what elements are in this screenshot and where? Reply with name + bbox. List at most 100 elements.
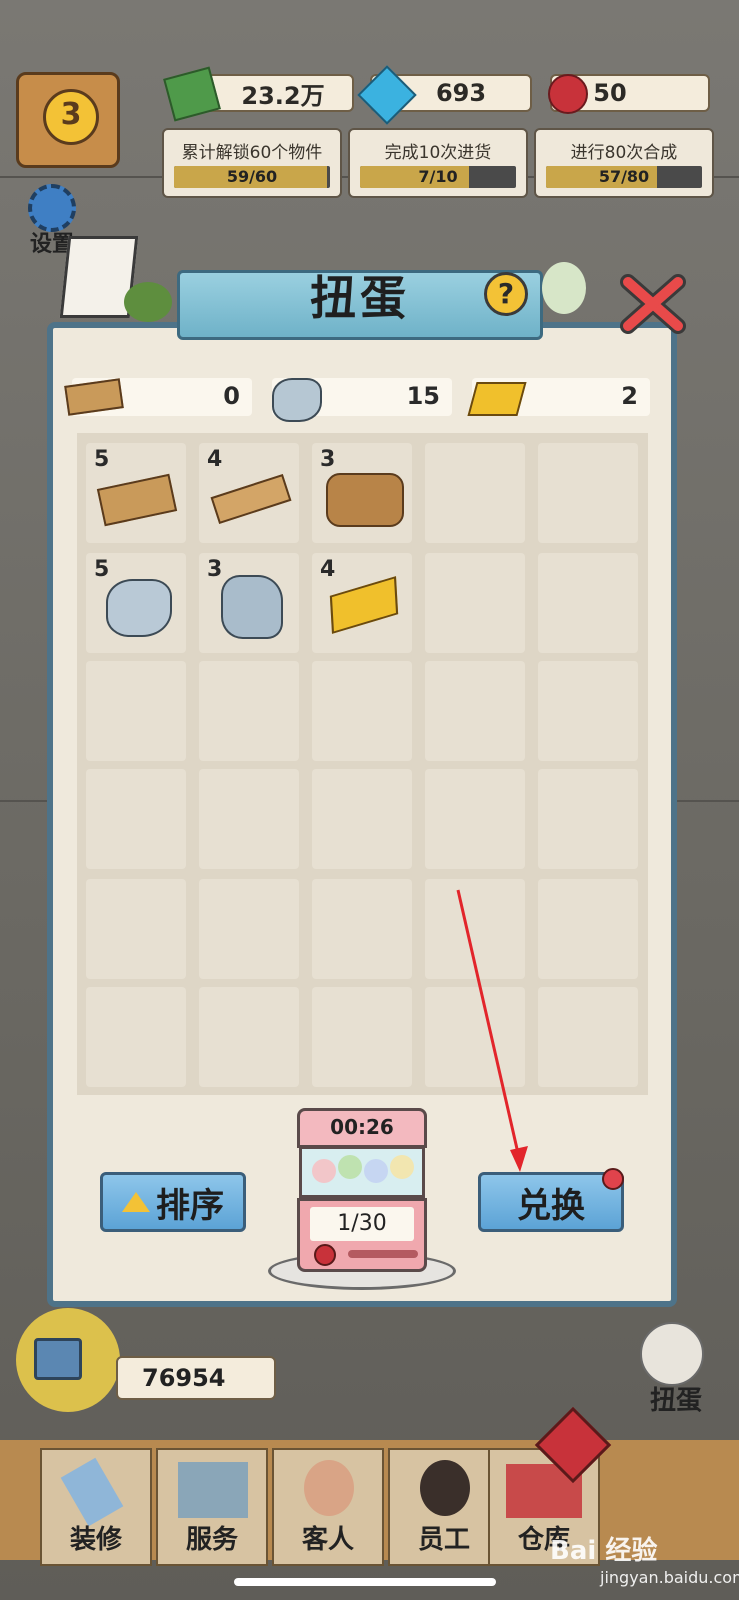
resource-value: 2 bbox=[621, 382, 638, 410]
inventory-slot-empty[interactable] bbox=[199, 879, 299, 979]
home-indicator[interactable] bbox=[234, 1578, 496, 1586]
inventory-slot-empty[interactable] bbox=[425, 443, 525, 543]
task-progress-bar: 57/80 bbox=[546, 166, 702, 188]
nav-service[interactable]: 服务 bbox=[156, 1448, 268, 1566]
gacha-shortcut-icon[interactable] bbox=[640, 1322, 704, 1386]
inventory-slot-empty[interactable] bbox=[312, 987, 412, 1087]
resource-wood: 0 bbox=[64, 378, 252, 416]
service-icon bbox=[178, 1462, 248, 1518]
wood-planks-icon bbox=[96, 473, 178, 527]
plant-icon bbox=[124, 282, 172, 322]
inventory-slot-empty[interactable] bbox=[199, 769, 299, 869]
video-camera-icon bbox=[34, 1338, 82, 1380]
sort-label: 排序 bbox=[156, 1185, 224, 1226]
nav-label: 装修 bbox=[69, 1525, 122, 1555]
logs-icon bbox=[326, 473, 404, 527]
help-button[interactable]: ? bbox=[484, 272, 528, 316]
exchange-label: 兑换 bbox=[517, 1185, 585, 1226]
nav-renovate[interactable]: 装修 bbox=[40, 1448, 152, 1566]
task-progress-bar: 59/60 bbox=[174, 166, 330, 188]
gold-bar-icon bbox=[467, 382, 527, 416]
watermark-url: jingyan.baidu.com bbox=[600, 1568, 739, 1587]
task-title: 进行80次合成 bbox=[570, 143, 678, 163]
machine-timer: 00:26 bbox=[297, 1108, 427, 1148]
inventory-slot-empty[interactable] bbox=[538, 443, 638, 543]
gacha-shortcut-label: 扭蛋 bbox=[650, 1386, 703, 1416]
gold-bar-icon bbox=[329, 576, 399, 634]
inventory-slot-empty[interactable] bbox=[312, 879, 412, 979]
rose-value: 50 bbox=[593, 79, 627, 107]
resource-gold: 2 bbox=[467, 378, 650, 416]
gear-icon bbox=[28, 184, 76, 232]
inventory-slot-empty[interactable] bbox=[425, 661, 525, 761]
item-count: 4 bbox=[320, 557, 336, 582]
video-reward-amount: 76954 bbox=[116, 1356, 276, 1400]
inventory-slot-empty[interactable] bbox=[199, 987, 299, 1087]
inventory-slot-empty[interactable] bbox=[86, 769, 186, 869]
inventory-slot-filled[interactable]: 5 bbox=[86, 443, 186, 543]
machine-count: 1/30 bbox=[310, 1207, 414, 1241]
nav-label: 客人 bbox=[301, 1525, 354, 1555]
sort-button[interactable]: 排序 bbox=[100, 1172, 246, 1232]
level-number: 3 bbox=[43, 89, 99, 145]
task-title: 累计解锁60个物件 bbox=[181, 143, 323, 163]
inventory-slot-filled[interactable]: 4 bbox=[199, 443, 299, 543]
rose-counter: 50 bbox=[548, 74, 710, 114]
video-reward-button[interactable] bbox=[16, 1308, 120, 1412]
arrow-up-icon bbox=[122, 1192, 150, 1212]
inventory-slot-empty[interactable] bbox=[86, 987, 186, 1087]
task-progress-text: 7/10 bbox=[418, 167, 458, 186]
nav-label: 服务 bbox=[185, 1525, 238, 1555]
task-card-merge[interactable]: 进行80次合成 57/80 bbox=[534, 128, 714, 198]
flower-pot-icon bbox=[542, 262, 586, 314]
inventory-grid: 5 4 3 5 3 4 bbox=[77, 433, 648, 1095]
item-count: 3 bbox=[320, 447, 336, 472]
inventory-slot-empty[interactable] bbox=[312, 661, 412, 761]
machine-knob-icon bbox=[314, 1244, 336, 1266]
wood-plank-icon bbox=[210, 473, 292, 525]
inventory-slot-filled[interactable]: 3 bbox=[199, 553, 299, 653]
stone-icon bbox=[106, 579, 172, 637]
inventory-slot-empty[interactable] bbox=[538, 553, 638, 653]
close-icon bbox=[620, 274, 686, 334]
resource-value: 0 bbox=[223, 382, 240, 410]
task-title: 完成10次进货 bbox=[384, 143, 492, 163]
task-progress-bar: 7/10 bbox=[360, 166, 516, 188]
inventory-slot-empty[interactable] bbox=[538, 661, 638, 761]
task-card-unlock[interactable]: 累计解锁60个物件 59/60 bbox=[162, 128, 342, 198]
nav-label: 员工 bbox=[417, 1525, 470, 1555]
watermark-logo: Bai 经验 bbox=[550, 1536, 658, 1566]
nav-customers[interactable]: 客人 bbox=[272, 1448, 384, 1566]
item-count: 3 bbox=[207, 557, 223, 582]
gem-counter: 693 bbox=[357, 65, 532, 125]
inventory-slot-empty[interactable] bbox=[199, 661, 299, 761]
nav-staff[interactable]: 员工 bbox=[388, 1448, 500, 1566]
money-counter: 23.2万 bbox=[163, 66, 354, 122]
inventory-slot-empty[interactable] bbox=[538, 879, 638, 979]
red-arrow-annotation bbox=[456, 889, 528, 1172]
inventory-slot-empty[interactable] bbox=[538, 769, 638, 869]
rose-icon bbox=[548, 74, 588, 114]
customer-icon bbox=[304, 1460, 354, 1516]
staff-icon bbox=[420, 1460, 470, 1516]
rock-pile-icon bbox=[221, 575, 283, 639]
stone-icon bbox=[272, 378, 322, 422]
inventory-slot-empty[interactable] bbox=[425, 769, 525, 869]
task-progress-text: 59/60 bbox=[226, 167, 278, 186]
inventory-slot-empty[interactable] bbox=[538, 987, 638, 1087]
level-badge[interactable]: 3 bbox=[16, 72, 120, 168]
inventory-slot-filled[interactable]: 5 bbox=[86, 553, 186, 653]
task-card-restock[interactable]: 完成10次进货 7/10 bbox=[348, 128, 528, 198]
item-count: 5 bbox=[94, 557, 110, 582]
wood-plank-icon bbox=[64, 378, 124, 416]
close-button[interactable] bbox=[618, 272, 688, 334]
notification-dot bbox=[602, 1168, 624, 1190]
inventory-slot-filled[interactable]: 3 bbox=[312, 443, 412, 543]
inventory-slot-empty[interactable] bbox=[312, 769, 412, 869]
item-count: 4 bbox=[207, 447, 223, 472]
inventory-slot-empty[interactable] bbox=[425, 553, 525, 653]
inventory-slot-empty[interactable] bbox=[86, 661, 186, 761]
inventory-slot-empty[interactable] bbox=[86, 879, 186, 979]
item-count: 5 bbox=[94, 447, 110, 472]
inventory-slot-filled[interactable]: 4 bbox=[312, 553, 412, 653]
